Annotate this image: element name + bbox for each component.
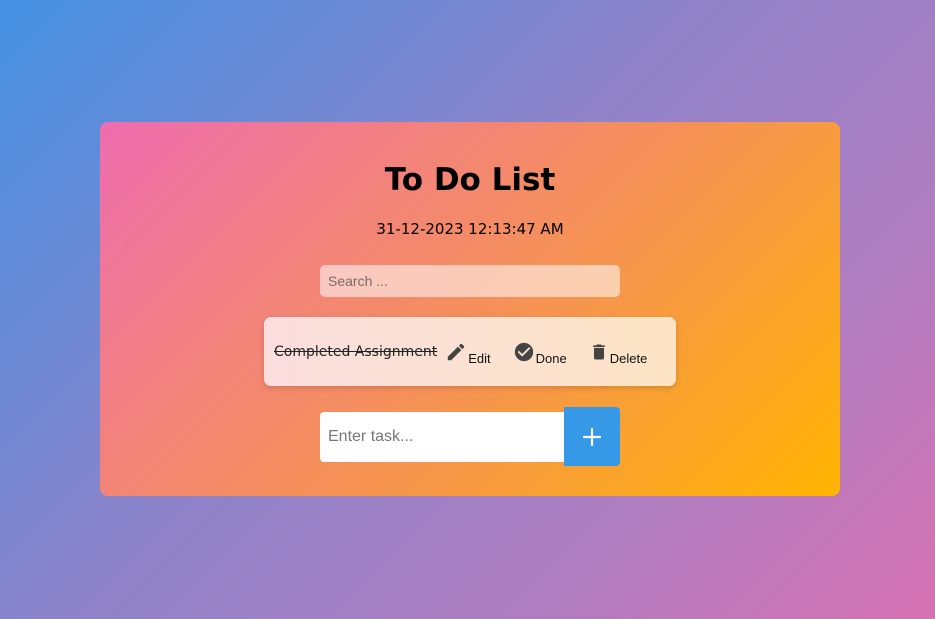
edit-button[interactable]: Edit xyxy=(445,341,491,366)
task-text: Completed Assignment xyxy=(274,343,438,360)
current-datetime: 31-12-2023 12:13:47 AM xyxy=(376,220,564,238)
trash-icon xyxy=(592,344,605,359)
delete-button[interactable]: Delete xyxy=(589,341,648,366)
todo-card: To Do List 31-12-2023 12:13:47 AM Comple… xyxy=(100,122,840,496)
task-list: Completed Assignment Edit Done Delete xyxy=(264,317,676,386)
add-task-row xyxy=(320,407,620,466)
done-button[interactable]: Done xyxy=(513,341,567,366)
task-input[interactable] xyxy=(320,412,564,462)
search-input[interactable] xyxy=(320,265,620,297)
list-item: Completed Assignment Edit Done Delete xyxy=(264,317,676,386)
delete-label: Delete xyxy=(609,350,648,366)
edit-label: Edit xyxy=(468,350,491,366)
done-label: Done xyxy=(535,350,567,366)
pencil-icon xyxy=(448,343,465,360)
check-circle-icon xyxy=(514,342,533,361)
plus-icon xyxy=(583,427,601,446)
add-task-button[interactable] xyxy=(564,407,620,466)
page-title: To Do List xyxy=(384,162,556,198)
